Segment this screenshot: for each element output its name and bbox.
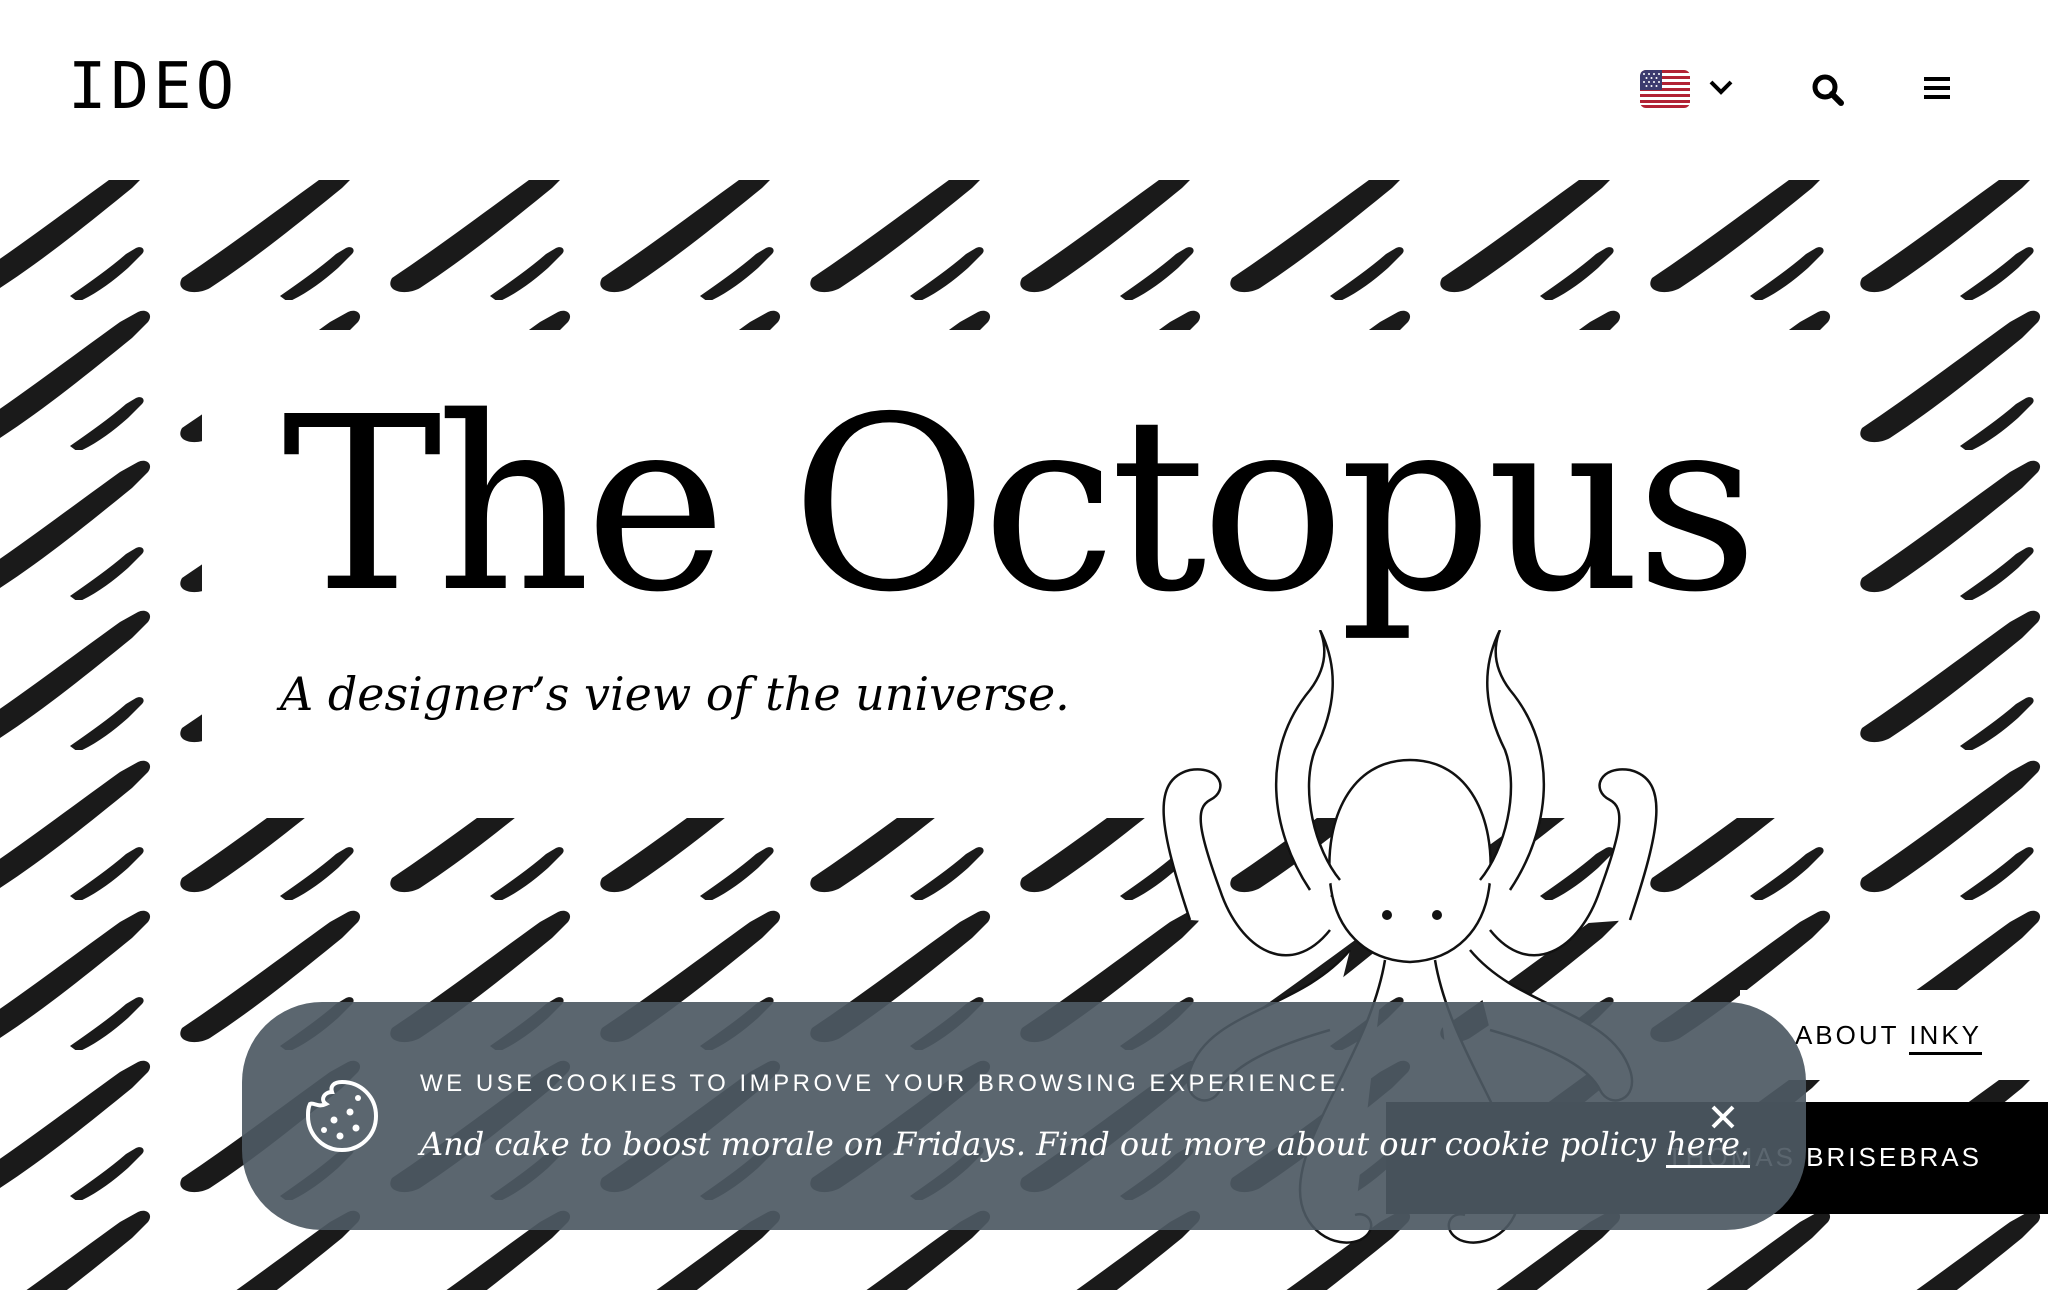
us-flag-icon[interactable] (1640, 70, 1690, 108)
page-subtitle: A designer’s view of the universe. (280, 667, 1070, 721)
close-icon[interactable] (1710, 1104, 1736, 1130)
cookie-banner: WE USE COOKIES TO IMPROVE YOUR BROWSING … (242, 1002, 1806, 1230)
cookie-icon (304, 1078, 380, 1154)
page-title: The Octopus (282, 365, 1758, 645)
about-prefix: ABOUT (1794, 1020, 1900, 1050)
cookie-policy-link[interactable]: here. (1666, 1125, 1751, 1168)
about-artist-label: ABOUT INKY (1794, 1020, 1982, 1055)
cookie-message: And cake to boost morale on Fridays. Fin… (420, 1122, 1751, 1168)
search-icon[interactable] (1810, 72, 1846, 108)
cookie-heading: WE USE COOKIES TO IMPROVE YOUR BROWSING … (420, 1070, 1350, 1097)
ideo-logo[interactable]: IDEO (68, 52, 238, 122)
chevron-down-icon[interactable] (1706, 72, 1736, 102)
cookie-body-text: And cake to boost morale on Fridays. Fin… (420, 1125, 1656, 1163)
hamburger-menu-icon[interactable] (1922, 74, 1952, 102)
inky-link[interactable]: INKY (1909, 1020, 1982, 1055)
site-header: IDEO (0, 0, 2048, 180)
